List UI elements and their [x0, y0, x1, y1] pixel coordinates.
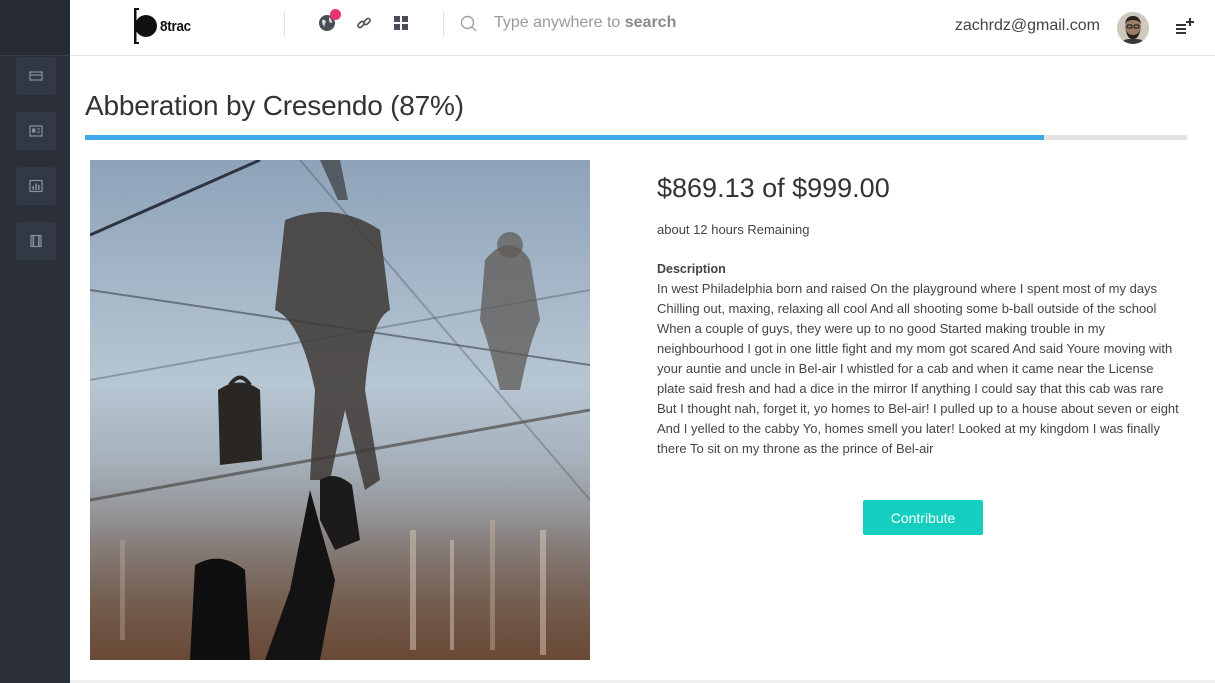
- description-text: In west Philadelphia born and raised On …: [657, 279, 1197, 459]
- avatar[interactable]: [1117, 12, 1149, 44]
- logo-mark-icon: [134, 8, 157, 44]
- divider: [284, 12, 285, 36]
- time-remaining: about 12 hours Remaining: [657, 222, 810, 237]
- apps-button[interactable]: [390, 12, 412, 34]
- playlist-add-icon: [1176, 18, 1194, 34]
- rain-reflection-image: [90, 160, 590, 660]
- sidebar-item-cards[interactable]: [16, 57, 56, 95]
- description-line: When a couple of guys, they were up to n…: [657, 321, 1106, 336]
- sidebar-item-stats[interactable]: [16, 167, 56, 205]
- divider: [443, 12, 444, 36]
- link-button[interactable]: [353, 12, 375, 34]
- app-logo[interactable]: 8trac: [132, 6, 194, 46]
- search-input[interactable]: [492, 15, 752, 33]
- description-line: plate said fresh and had a dice in the m…: [657, 381, 1164, 396]
- description-line: Chilling out, maxing, relaxing all cool …: [657, 301, 1157, 316]
- avatar-image: [1117, 12, 1149, 44]
- campaign-image: [90, 160, 590, 660]
- main-content: Abberation by Cresendo (87%) $869.13 of …: [70, 56, 1215, 683]
- add-playlist-button[interactable]: [1173, 16, 1195, 38]
- search-bar[interactable]: Type anywhere to search: [460, 12, 760, 36]
- globe-button[interactable]: [316, 9, 341, 34]
- funding-progress-bar: [85, 135, 1187, 140]
- link-icon: [357, 17, 371, 29]
- description-label: Description: [657, 262, 726, 276]
- book-icon: [30, 234, 42, 248]
- contribute-button[interactable]: Contribute: [863, 500, 983, 535]
- description-line: And I yelled to the cabby Yo, homes smel…: [657, 421, 1160, 436]
- sidebar-item-library[interactable]: [16, 222, 56, 260]
- search-icon: [460, 15, 477, 32]
- notification-badge: [330, 9, 341, 20]
- description-line: neighbourhood I got in one little fight …: [657, 341, 1173, 356]
- description-line: your auntie and uncle in Bel-air I whist…: [657, 361, 1154, 376]
- user-email[interactable]: zachrdz@gmail.com: [955, 17, 1100, 35]
- description-line: there To sit on my throne as the prince …: [657, 441, 934, 456]
- sidebar-item-news[interactable]: [16, 112, 56, 150]
- sidebar: [0, 0, 70, 683]
- sidebar-header: [0, 0, 70, 56]
- funding-amount: $869.13 of $999.00: [657, 173, 890, 203]
- bar-chart-icon: [29, 179, 43, 193]
- grid-icon: [394, 16, 408, 30]
- description-line: But I thought nah, forget it, yo homes t…: [657, 401, 1179, 416]
- logo-text: 8trac: [160, 17, 191, 35]
- page-title: Abberation by Cresendo (87%): [85, 90, 464, 121]
- description-line: In west Philadelphia born and raised On …: [657, 281, 1158, 296]
- top-bar: 8trac Type anywhere to search zachrdz@gm…: [70, 0, 1215, 56]
- funding-progress-fill: [85, 135, 1044, 140]
- newspaper-icon: [29, 125, 43, 137]
- card-icon: [29, 71, 43, 81]
